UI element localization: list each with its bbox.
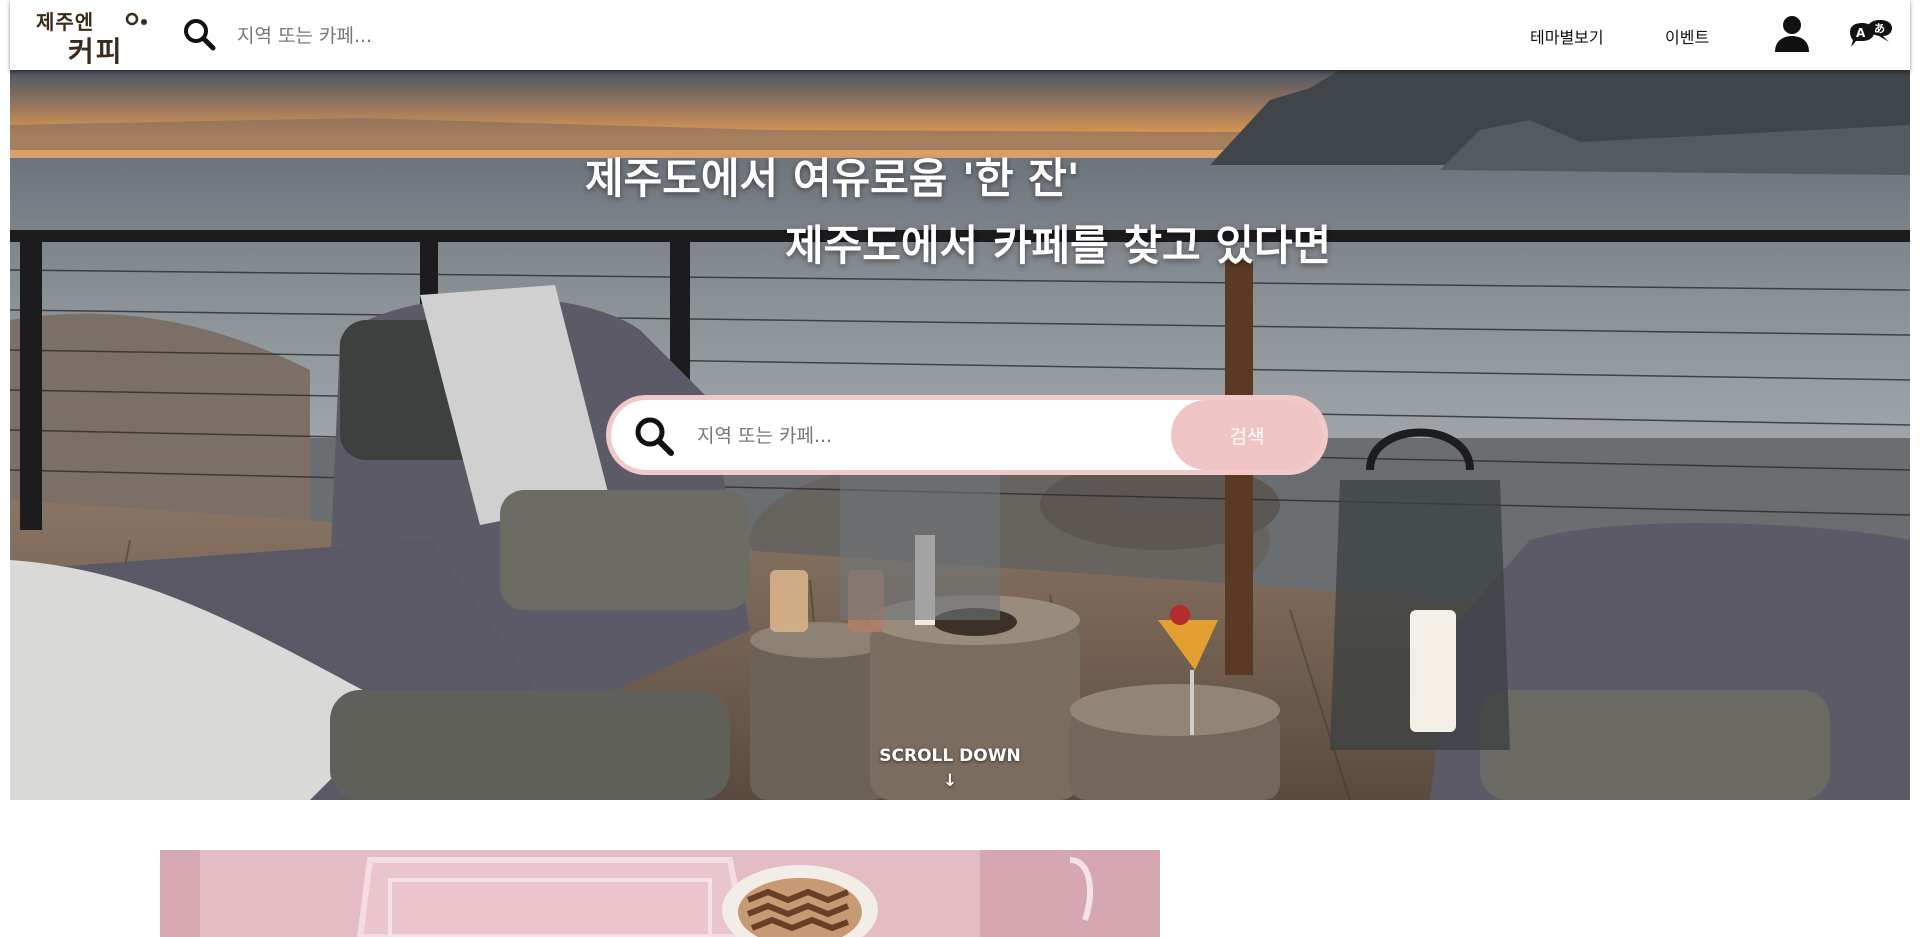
svg-text:あ: あ xyxy=(1874,22,1885,35)
user-icon[interactable] xyxy=(1772,14,1812,54)
logo-text-bottom: 커피 xyxy=(68,35,124,68)
hero-search-button[interactable]: 검색 xyxy=(1171,400,1323,470)
latte-photo xyxy=(160,850,1160,937)
hero-search-input[interactable] xyxy=(695,417,1149,455)
search-icon[interactable] xyxy=(633,415,675,457)
hero-search-bar: 검색 xyxy=(611,400,1323,470)
nav-event-link[interactable]: 이벤트 xyxy=(1665,24,1709,48)
coffee-bean-icon xyxy=(125,12,147,26)
arrow-down-icon: ↓ xyxy=(942,771,958,791)
top-navbar: 제주엔 커피 테마별보기 이벤트 A あ xyxy=(10,0,1910,70)
site-logo[interactable]: 제주엔 커피 xyxy=(24,2,174,68)
scroll-down-label: SCROLL DOWN xyxy=(879,746,1021,766)
featured-cafe-image[interactable] xyxy=(160,850,1160,937)
nav-theme-link[interactable]: 테마별보기 xyxy=(1530,24,1604,48)
scroll-down-indicator[interactable]: SCROLL DOWN ↓ xyxy=(860,744,1040,794)
svg-text:A: A xyxy=(1856,26,1866,40)
header-search-input[interactable] xyxy=(235,18,659,54)
hero-banner: 제주도에서 여유로움 '한 잔' 제주도에서 카페를 찾고 있다면 검색 SCR… xyxy=(10,70,1910,800)
search-icon[interactable] xyxy=(182,17,216,51)
hero-title-line2: 제주도에서 카페를 찾고 있다면 xyxy=(785,221,1332,270)
hero-title-line1: 제주도에서 여유로움 '한 잔' xyxy=(585,154,1080,203)
language-icon[interactable]: A あ xyxy=(1846,18,1894,54)
